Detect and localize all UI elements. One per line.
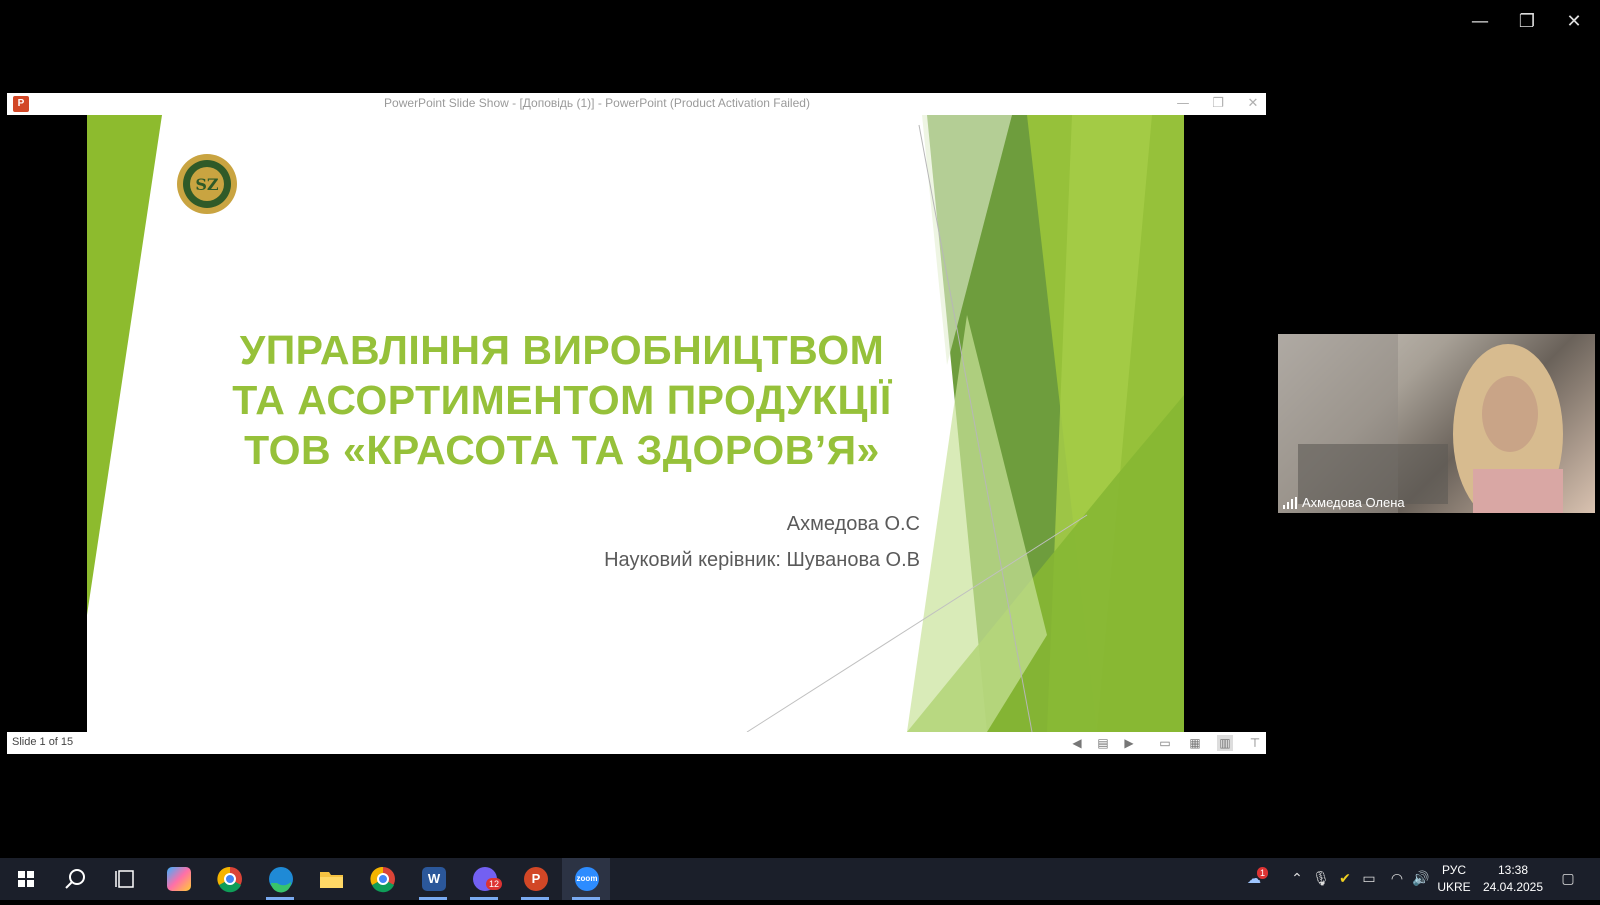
ppt-statusbar: Slide 1 of 15 ◀ ▤ ▶ ▭ ▦ ▥ ⊤ xyxy=(7,732,1266,754)
clock[interactable]: 13:38 24.04.2025 xyxy=(1478,862,1548,896)
keyboard-layout: UKRE xyxy=(1437,880,1471,894)
language-code: РУС xyxy=(1441,863,1467,877)
language-indicator[interactable]: РУС UKRE xyxy=(1436,862,1472,896)
wifi-icon[interactable]: ◠ xyxy=(1388,870,1406,888)
slide-title-line: ТА АСОРТИМЕНТОМ ПРОДУКЦІЇ xyxy=(232,377,892,423)
participant-video[interactable]: Ахмедова Олена xyxy=(1278,334,1595,513)
company-seal-logo: SZ xyxy=(177,154,237,214)
chrome-profile-app[interactable] xyxy=(358,858,406,900)
task-view-button[interactable] xyxy=(102,858,150,900)
copilot-icon xyxy=(167,867,191,891)
next-slide-icon[interactable]: ▶ xyxy=(1121,735,1137,751)
microphone-icon[interactable]: 🎙 xyxy=(1312,870,1330,888)
reading-view-icon[interactable]: ▥ xyxy=(1217,735,1233,751)
start-button[interactable] xyxy=(2,858,50,900)
word-app[interactable]: W xyxy=(409,858,457,900)
svg-text:SZ: SZ xyxy=(195,175,219,194)
ppt-minimize-button[interactable]: — xyxy=(1168,95,1198,113)
slide-advisor: Науковий керівник: Шуванова О.В xyxy=(604,549,920,571)
participant-name: Ахмедова Олена xyxy=(1302,495,1405,510)
search-button[interactable] xyxy=(52,858,100,900)
zoom-app[interactable]: zoom xyxy=(562,858,610,900)
ppt-titlebar: P PowerPoint Slide Show - [Доповідь (1)]… xyxy=(7,93,1266,115)
security-icon[interactable]: ✔ xyxy=(1336,870,1354,888)
ppt-restore-button[interactable]: ❐ xyxy=(1203,95,1233,113)
restore-button[interactable]: ❐ xyxy=(1512,10,1542,34)
chrome-app[interactable] xyxy=(205,858,253,900)
battery-icon[interactable]: ▭ xyxy=(1360,870,1378,888)
minimize-button[interactable]: — xyxy=(1465,10,1495,34)
chrome-icon xyxy=(370,866,395,893)
ppt-close-button[interactable]: ✕ xyxy=(1238,95,1268,113)
slide-title-line: ТОВ «КРАСОТА ТА ЗДОРОВ’Я» xyxy=(244,427,880,473)
ppt-window-title: PowerPoint Slide Show - [Доповідь (1)] -… xyxy=(384,96,810,110)
previous-slide-icon[interactable]: ◀ xyxy=(1069,735,1085,751)
windows-icon xyxy=(18,871,34,887)
normal-view-icon[interactable]: ▭ xyxy=(1157,735,1173,751)
clock-time: 13:38 xyxy=(1497,863,1529,877)
slide-sorter-icon[interactable]: ▦ xyxy=(1187,735,1203,751)
zoom-icon: zoom xyxy=(575,867,599,891)
powerpoint-icon: P xyxy=(524,867,548,891)
viber-app[interactable]: 12 xyxy=(460,858,508,900)
powerpoint-window: P PowerPoint Slide Show - [Доповідь (1)]… xyxy=(7,93,1266,754)
taskbar: W 12 P zoom ☁ 1 ⌃ 🎙 ✔ ▭ ◠ 🔊 РУС UKRE 13:… xyxy=(0,858,1600,900)
task-view-icon xyxy=(115,870,134,888)
copilot-app[interactable] xyxy=(154,858,202,900)
slide-canvas[interactable]: SZ УПРАВЛІННЯ ВИРОБНИЦТВОМ ТА АСОРТИМЕНТ… xyxy=(87,115,1184,732)
edge-icon xyxy=(269,867,293,893)
clock-date: 24.04.2025 xyxy=(1482,880,1544,894)
notification-badge: 12 xyxy=(485,878,502,890)
close-button[interactable]: ✕ xyxy=(1559,10,1589,34)
slide-title: УПРАВЛІННЯ ВИРОБНИЦТВОМ ТА АСОРТИМЕНТОМ … xyxy=(217,325,907,475)
signal-strength-icon xyxy=(1283,497,1297,509)
notifications-icon[interactable]: ▢ xyxy=(1557,870,1579,888)
powerpoint-app[interactable]: P xyxy=(511,858,559,900)
file-explorer-app[interactable] xyxy=(307,858,355,900)
video-frame xyxy=(1278,334,1563,513)
weather-badge: 1 xyxy=(1257,867,1269,879)
slide-author: Ахмедова О.С xyxy=(786,513,920,535)
slideshow-icon[interactable]: ⊤ xyxy=(1247,735,1263,751)
chevron-up-icon[interactable]: ⌃ xyxy=(1288,870,1306,888)
slide-menu-icon[interactable]: ▤ xyxy=(1095,735,1111,751)
word-icon: W xyxy=(422,867,446,891)
chrome-icon xyxy=(217,866,242,893)
search-icon xyxy=(65,869,85,889)
slide-title-line: УПРАВЛІННЯ ВИРОБНИЦТВОМ xyxy=(239,327,885,373)
edge-app[interactable] xyxy=(256,858,304,900)
folder-icon xyxy=(320,872,343,888)
volume-icon[interactable]: 🔊 xyxy=(1412,870,1430,888)
slide-counter: Slide 1 of 15 xyxy=(12,736,74,748)
